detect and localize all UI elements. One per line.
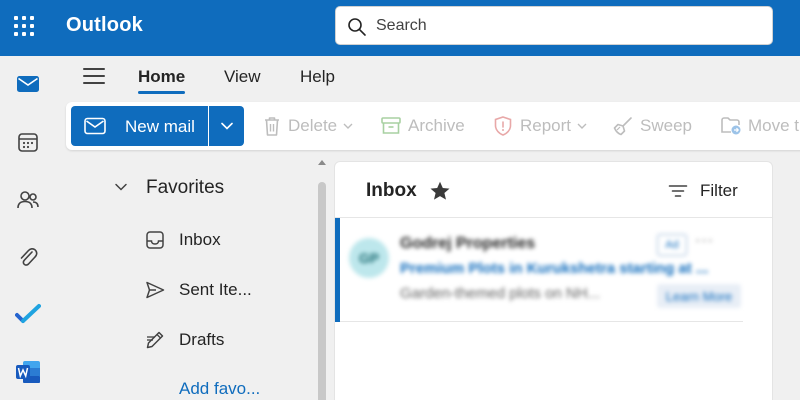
tab-home[interactable]: Home [138,67,185,87]
content-area: Home View Help New mail Delete Archive R… [56,56,800,400]
sender-avatar: GP [349,238,389,278]
chevron-down-icon [343,123,353,129]
folder-drafts-label: Drafts [179,330,225,349]
filter-label: Filter [700,181,738,200]
tab-view[interactable]: View [224,67,261,87]
learn-more-button[interactable]: Learn More [657,284,741,308]
rail-word[interactable] [8,352,48,392]
folder-pane-scrollbar[interactable] [318,182,326,400]
filter-button[interactable]: Filter [668,181,738,201]
chevron-down-icon [220,122,233,130]
sweep-button[interactable]: Sweep [612,114,692,138]
star-favorite-icon[interactable] [429,180,451,202]
folder-inbox-label: Inbox [179,230,221,249]
folder-pane: Favorites Inbox Sent Ite... Drafts Add f… [56,156,328,400]
people-icon [17,191,39,209]
favorites-label: Favorites [146,177,225,198]
search-icon [348,18,366,36]
move-to-label: Move t [748,116,800,135]
archive-button[interactable]: Archive [380,114,465,138]
broom-icon [613,117,632,136]
folder-inbox[interactable]: Inbox [145,228,221,252]
new-mail-dropdown[interactable] [209,106,244,146]
selected-item-indicator [335,218,340,322]
archive-icon [381,117,401,134]
drafts-pencil-icon [146,331,164,349]
ribbon-toolbar: New mail Delete Archive Report Sweep Mov… [66,102,800,150]
new-mail-button[interactable]: New mail [71,106,208,146]
mail-list-item[interactable]: GP Godrej Properties Premium Plots in Ku… [335,218,743,322]
folder-sent-items-label: Sent Ite... [179,280,252,299]
shield-report-icon [494,116,512,136]
hamburger-menu-icon[interactable] [83,68,105,86]
mail-icon [17,76,39,92]
more-options-icon[interactable]: ··· [695,232,714,250]
mail-list-title: Inbox [366,180,417,201]
attachment-icon [20,247,38,266]
app-title[interactable]: Outlook [66,14,143,37]
filter-icon [668,185,688,197]
chevron-down-icon [577,123,587,129]
send-icon [146,281,165,299]
new-mail-label: New mail [125,117,195,136]
calendar-icon [18,133,38,152]
move-to-button[interactable]: Move t [720,114,799,138]
folder-sent-items[interactable]: Sent Ite... [145,278,252,302]
mail-subject: Premium Plots in Kurukshetra starting at… [400,260,709,277]
compose-mail-icon [84,117,106,135]
report-button[interactable]: Report [492,114,593,138]
rail-people[interactable] [8,180,48,220]
search-box[interactable] [335,6,773,45]
rail-files[interactable] [8,238,48,278]
rail-todo[interactable] [8,294,48,334]
rail-mail[interactable] [8,64,48,104]
rail-calendar[interactable] [8,122,48,162]
folder-move-icon [721,117,741,135]
delete-button[interactable]: Delete [262,114,359,138]
sweep-label: Sweep [640,116,692,135]
mail-list-header: Inbox Filter [335,162,772,218]
report-label: Report [520,116,572,135]
mail-sender: Godrej Properties [400,235,536,252]
mail-preview: Garden-themed plots on NH... [400,285,601,302]
archive-label: Archive [408,116,465,135]
app-rail [0,56,56,400]
scroll-up-arrow-icon[interactable] [318,160,326,165]
trash-icon [265,117,279,136]
search-input[interactable] [376,15,756,37]
tab-help[interactable]: Help [300,67,335,87]
delete-label: Delete [288,116,338,135]
add-favorite-link[interactable]: Add favo... [179,379,260,399]
mail-list-pane: Inbox Filter GP Godrej Properties Premiu… [334,161,773,400]
active-tab-indicator [138,91,185,94]
ad-badge: Ad [657,234,687,256]
app-launcher-icon[interactable] [13,15,35,37]
inbox-icon [146,231,164,249]
todo-icon [15,304,41,323]
top-bar: Outlook [0,0,800,56]
folder-drafts[interactable]: Drafts [145,328,224,352]
word-icon [16,361,40,383]
chevron-down-icon [115,183,127,191]
